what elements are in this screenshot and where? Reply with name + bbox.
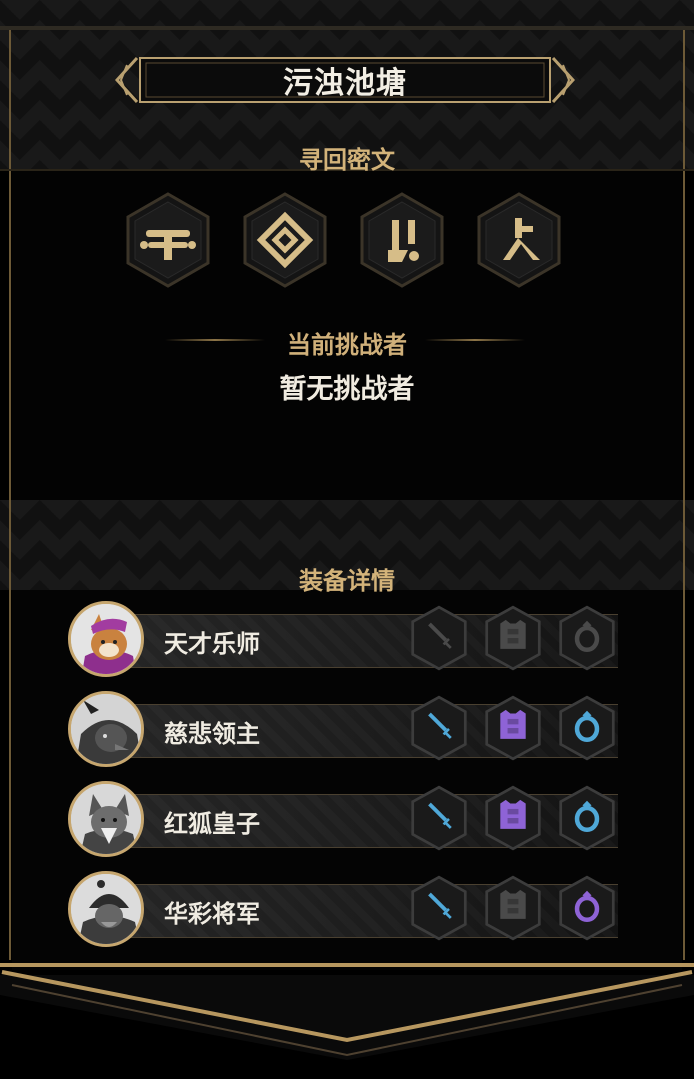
ring-icon bbox=[559, 695, 615, 761]
rune-t-icon[interactable] bbox=[124, 192, 212, 288]
armor-slot[interactable] bbox=[484, 785, 542, 851]
title-banner: 污浊池塘 bbox=[115, 55, 575, 105]
rune-diamond-icon[interactable] bbox=[241, 192, 329, 288]
ring-icon bbox=[559, 605, 615, 671]
challenger-label: 当前挑战者 bbox=[287, 331, 407, 359]
hero-name: 红狐皇子 bbox=[164, 810, 260, 838]
sword-icon bbox=[411, 695, 467, 761]
hero-name: 华彩将军 bbox=[164, 900, 260, 928]
armor-icon bbox=[485, 785, 541, 851]
ring-slot[interactable] bbox=[558, 605, 616, 671]
ring-slot[interactable] bbox=[558, 785, 616, 851]
sword-icon bbox=[411, 785, 467, 851]
hero-row[interactable]: 华彩将军 bbox=[68, 871, 628, 949]
sword-slot[interactable] bbox=[410, 785, 468, 851]
hero-name: 天才乐师 bbox=[164, 630, 260, 658]
ring-icon bbox=[559, 875, 615, 941]
ring-slot[interactable] bbox=[558, 695, 616, 761]
armor-slot[interactable] bbox=[484, 605, 542, 671]
armor-icon bbox=[485, 605, 541, 671]
equipment-section-title: 装备详情 bbox=[299, 567, 395, 595]
sword-icon bbox=[411, 605, 467, 671]
hooded-lord-portrait[interactable] bbox=[68, 691, 144, 767]
sword-icon bbox=[411, 875, 467, 941]
sword-slot[interactable] bbox=[410, 695, 468, 761]
armor-icon bbox=[485, 695, 541, 761]
armor-slot[interactable] bbox=[484, 875, 542, 941]
sword-slot[interactable] bbox=[410, 875, 468, 941]
fox-prince-portrait[interactable] bbox=[68, 781, 144, 857]
rune-fork-icon[interactable] bbox=[358, 192, 446, 288]
armor-icon bbox=[485, 875, 541, 941]
hero-row[interactable]: 天才乐师 bbox=[68, 601, 628, 679]
corgi-musician-portrait[interactable] bbox=[68, 601, 144, 677]
hero-row[interactable]: 红狐皇子 bbox=[68, 781, 628, 859]
runes-section-title: 寻回密文 bbox=[299, 146, 395, 174]
hero-name: 慈悲领主 bbox=[164, 720, 260, 748]
general-portrait[interactable] bbox=[68, 871, 144, 947]
hero-row[interactable]: 慈悲领主 bbox=[68, 691, 628, 769]
rune-branch-icon[interactable] bbox=[475, 192, 563, 288]
sword-slot[interactable] bbox=[410, 605, 468, 671]
challenger-value: 暂无挑战者 bbox=[279, 374, 415, 405]
ring-icon bbox=[559, 785, 615, 851]
location-title: 污浊池塘 bbox=[283, 66, 407, 101]
pond-info-panel: 污浊池塘 寻回密文 当前挑战者 暂无挑战者 装备详情 天才乐师 慈悲领主 红狐皇… bbox=[0, 0, 694, 1079]
armor-slot[interactable] bbox=[484, 695, 542, 761]
ring-slot[interactable] bbox=[558, 875, 616, 941]
